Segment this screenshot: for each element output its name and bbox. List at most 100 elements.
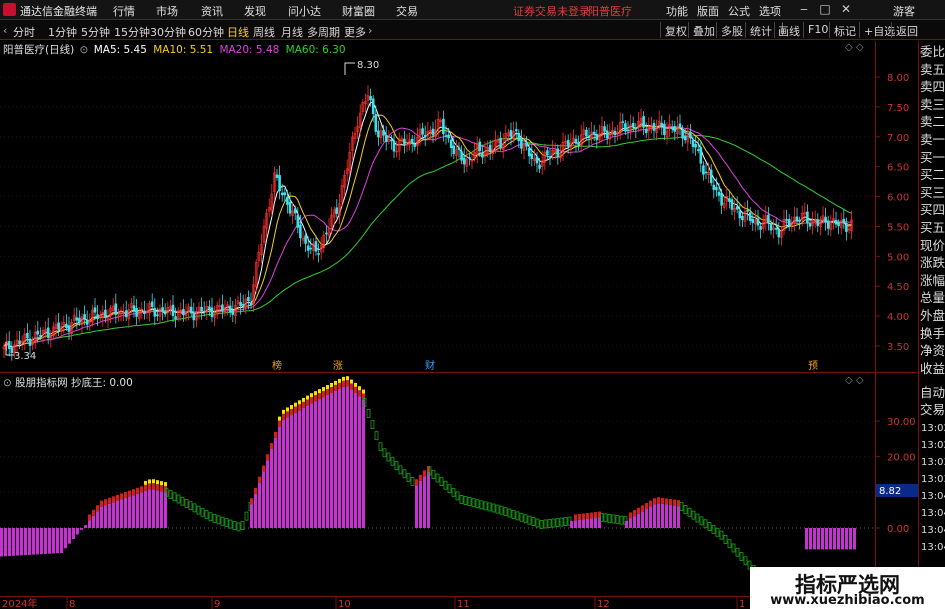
ind-bar-hollow xyxy=(180,496,185,506)
draw-line-button[interactable]: 画线 xyxy=(774,22,804,38)
menu-options[interactable]: 选项 xyxy=(759,3,781,19)
ind-bar-hollow xyxy=(240,521,245,531)
ma60-line xyxy=(3,134,852,348)
ind-bar-cap xyxy=(633,510,636,517)
ind-bar xyxy=(254,493,257,528)
tab-weekly[interactable]: 周线 xyxy=(253,24,275,40)
menu-market-quotes[interactable]: 行情 xyxy=(113,3,135,19)
ind-bar xyxy=(64,528,67,549)
ind-bar xyxy=(809,528,812,550)
ind-bar-top xyxy=(282,409,285,414)
candle-body xyxy=(777,228,781,238)
ind-bar-hollow xyxy=(503,507,508,516)
back-button[interactable]: 返回 xyxy=(891,22,922,38)
candle-body xyxy=(644,128,648,134)
menu-ask[interactable]: 问小达 xyxy=(288,3,321,19)
tab-daily[interactable]: 日线 xyxy=(227,24,249,40)
ind-bar-hollow xyxy=(551,518,556,528)
menu-layout[interactable]: 版面 xyxy=(697,3,719,19)
indicator-options-icon[interactable]: ◇ ◇ xyxy=(845,375,864,386)
ind-bar-hollow xyxy=(204,510,209,519)
side-label-15: 外盘 xyxy=(919,308,945,323)
candle-body xyxy=(759,226,762,230)
adjust-button[interactable]: 复权 xyxy=(660,22,691,38)
ind-bar xyxy=(274,437,277,528)
ma20-label: MA20: 5.48 xyxy=(219,44,280,56)
ind-bar-hollow xyxy=(539,520,544,529)
overlay-button[interactable]: 叠加 xyxy=(688,22,719,38)
chart-settings-icon[interactable]: ⊙ xyxy=(80,44,89,56)
toolbar-menu-icon[interactable]: ‹ xyxy=(3,24,7,37)
candle-body xyxy=(709,169,713,184)
chart-options-icon[interactable]: ◇ ◇ xyxy=(845,42,864,53)
ind-bar xyxy=(817,528,820,550)
more-chevron-icon[interactable]: › xyxy=(368,24,372,37)
ind-bar-cap xyxy=(637,507,640,514)
tab-intraday[interactable]: 分时 xyxy=(13,24,35,40)
tab-30min[interactable]: 30分钟 xyxy=(150,24,186,40)
side-time-4: 13:04 xyxy=(921,491,945,502)
side-label-16: 换手 xyxy=(919,325,945,341)
ind-bar-cap xyxy=(286,411,289,418)
ind-bar-hollow xyxy=(679,502,684,512)
menu-functions[interactable]: 功能 xyxy=(666,3,688,19)
tab-1min[interactable]: 1分钟 xyxy=(48,24,77,40)
menu-market[interactable]: 市场 xyxy=(156,3,178,19)
candle-body xyxy=(317,253,320,255)
tab-5min[interactable]: 5分钟 xyxy=(81,24,110,40)
user-guest[interactable]: 游客 xyxy=(893,3,915,19)
candle-body xyxy=(499,137,502,148)
minimize-icon[interactable]: ‒ xyxy=(797,2,811,16)
candle-body xyxy=(704,171,708,174)
tab-monthly[interactable]: 月线 xyxy=(281,24,303,40)
event-markers: 榜 涨 财 预 xyxy=(271,358,818,372)
candle-body xyxy=(577,142,580,146)
tab-more[interactable]: 更多 xyxy=(344,24,366,40)
ind-bar-hollow xyxy=(370,420,375,429)
ind-bar xyxy=(350,389,353,528)
tab-multi-period[interactable]: 多周期 xyxy=(307,24,340,40)
ind-bar-hollow xyxy=(216,515,221,525)
ind-bar xyxy=(590,518,593,528)
ind-bar-cap xyxy=(156,484,159,491)
ma60-path xyxy=(3,134,852,348)
ind-bar-top xyxy=(318,389,321,394)
maximize-icon[interactable]: □ xyxy=(818,2,832,16)
menu-discover[interactable]: 发现 xyxy=(244,3,266,19)
ind-bar xyxy=(20,528,23,556)
stock-chart[interactable]: 8.00 7.50 7.00 6.50 6.00 5.50 5.00 4.50 4.00 3.50… xyxy=(0,41,918,609)
f10-button[interactable]: F10 xyxy=(803,22,832,38)
multi-stock-button[interactable]: 多股 xyxy=(716,22,747,38)
indicator-settings-icon[interactable]: ⊙ xyxy=(3,377,12,389)
indicator-current-value: 8.82 xyxy=(879,486,901,497)
candle-body xyxy=(392,140,396,152)
ind-bar-cap xyxy=(120,493,123,500)
ind-bar-top xyxy=(342,376,345,381)
menu-news[interactable]: 资讯 xyxy=(201,3,223,19)
ind-bar xyxy=(164,492,167,528)
side-time-7: 13:04 xyxy=(921,542,945,553)
side-trade-label-0[interactable]: 自动 xyxy=(919,385,945,401)
tab-60min[interactable]: 60分钟 xyxy=(188,24,224,40)
ind-bar-cap xyxy=(262,465,265,472)
menu-formula[interactable]: 公式 xyxy=(728,3,750,19)
side-label-5: 卖一 xyxy=(919,132,945,147)
price-tick: 5.00 xyxy=(887,252,909,263)
ind-bar-cap xyxy=(136,487,139,494)
x-label-jan: 1 xyxy=(739,599,745,609)
menu-trade[interactable]: 交易 xyxy=(396,3,418,19)
candle-body xyxy=(574,138,578,144)
ind-bar xyxy=(100,506,103,528)
close-icon[interactable]: ✕ xyxy=(839,2,853,16)
menu-wealth-circle[interactable]: 财富圈 xyxy=(342,3,375,19)
mark-button[interactable]: 标记 xyxy=(829,22,860,38)
stats-button[interactable]: 统计 xyxy=(745,22,776,38)
ind-bar-cap xyxy=(338,382,341,389)
candle-body xyxy=(837,222,840,227)
side-label-18: 收益 xyxy=(919,360,945,376)
ind-bar-top xyxy=(160,481,163,486)
trade-login-status[interactable]: 证券交易未登录 xyxy=(513,3,590,19)
tab-15min[interactable]: 15分钟 xyxy=(114,24,150,40)
side-trade-label-1[interactable]: 交易 xyxy=(919,402,945,418)
candle-body xyxy=(403,138,406,146)
